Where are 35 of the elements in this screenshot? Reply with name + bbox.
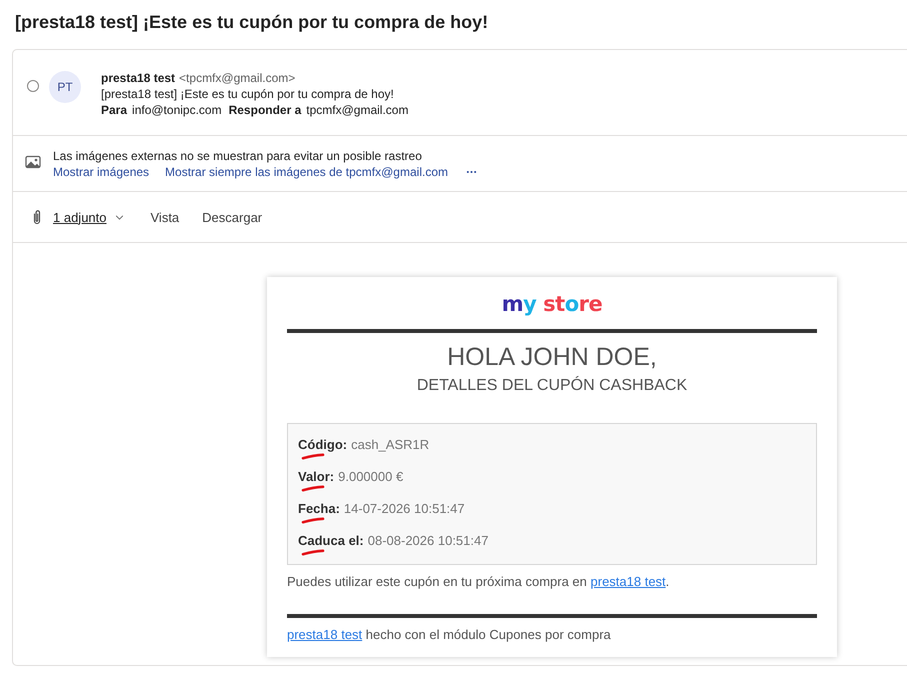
subtitle-heading: DETALLES DEL CUPÓN CASHBACK	[416, 376, 688, 396]
detail-label: Código:	[298, 437, 348, 452]
notice-text: Las imágenes externas no se muestran para evitar un posible rastreo	[53, 149, 422, 163]
select-radio[interactable]	[27, 80, 39, 92]
detail-label: Fecha:	[298, 501, 340, 516]
usage-note: Puedes utilizar este cupón en tu próxima compra en presta18 test.	[287, 573, 670, 591]
detail-value: 9.000000 €	[338, 469, 404, 484]
detail-value: cash_ASR1R	[351, 437, 430, 452]
email-title: [presta18 test] ¡Este es tu cupón por tu compra de hoy!	[14, 11, 490, 34]
attachment-action-button[interactable]: Descargar	[202, 210, 262, 224]
message-subject: [presta18 test] ¡Este es tu cupón por tu compra de hoy!	[101, 87, 394, 101]
image-icon	[25, 154, 41, 170]
show-images-link[interactable]: Mostrar siempre las imágenes de tpcmfx@gmail.com	[165, 164, 448, 180]
detail-label: Caduca el:	[298, 533, 364, 548]
store-logo: my store	[500, 292, 604, 316]
avatar: PT	[49, 71, 81, 103]
store-link[interactable]: presta18 test	[287, 627, 362, 642]
sender-name: presta18 test	[101, 71, 176, 85]
more-icon[interactable]	[466, 170, 477, 174]
store-link[interactable]: presta18 test	[590, 574, 666, 589]
to-label: Para	[101, 103, 128, 117]
paperclip-icon	[32, 209, 42, 225]
to-address: info@tonipc.com	[132, 103, 222, 117]
footer-note: presta18 test hecho con el módulo Cupones por compra	[287, 626, 612, 644]
reply-address: tpcmfx@gmail.com	[306, 103, 408, 117]
detail-value: 14-07-2026 10:51:47	[344, 501, 465, 516]
chevron-down-icon[interactable]	[114, 214, 124, 220]
show-images-link[interactable]: Mostrar imágenes	[53, 164, 150, 180]
greeting-heading: HOLA JOHN DOE,	[446, 342, 658, 372]
detail-label: Valor:	[298, 469, 334, 484]
sender-email: <tpcmfx@gmail.com>	[179, 71, 296, 85]
attachment-action-button[interactable]: Vista	[150, 210, 180, 224]
attachment-link[interactable]: 1 adjunto	[53, 210, 106, 224]
reply-label: Responder a	[228, 103, 302, 117]
detail-value: 08-08-2026 10:51:47	[368, 533, 488, 548]
